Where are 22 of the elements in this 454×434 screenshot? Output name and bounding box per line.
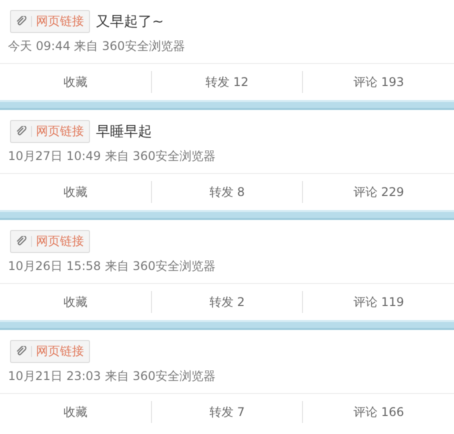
link-icon — [16, 346, 32, 357]
post-text: 早睡早起 — [96, 122, 152, 140]
link-icon — [16, 126, 32, 137]
link-icon — [16, 16, 32, 27]
favorite-button[interactable]: 收藏 — [63, 405, 88, 419]
repost-button[interactable]: 转发 12 — [205, 75, 249, 89]
repost-button[interactable]: 转发 7 — [209, 405, 245, 419]
comment-button[interactable]: 评论 166 — [353, 405, 404, 419]
post-text: 又早起了~ — [96, 12, 164, 30]
post-meta: 10月26日 15:58 来自 360安全浏览器 — [7, 258, 216, 275]
comment-button[interactable]: 评论 229 — [353, 185, 404, 199]
link-icon — [16, 236, 32, 247]
comment-button[interactable]: 评论 193 — [353, 75, 404, 89]
repost-button[interactable]: 转发 2 — [209, 295, 245, 309]
repost-button[interactable]: 转发 8 — [209, 185, 245, 199]
favorite-button[interactable]: 收藏 — [63, 295, 88, 309]
favorite-button[interactable]: 收藏 — [63, 75, 88, 89]
post-meta: 10月27日 10:49 来自 360安全浏览器 — [7, 148, 216, 165]
post-meta: 今天 09:44 来自 360安全浏览器 — [7, 38, 186, 55]
post-meta: 10月21日 23:03 来自 360安全浏览器 — [7, 368, 216, 385]
comment-button[interactable]: 评论 119 — [353, 295, 404, 309]
favorite-button[interactable]: 收藏 — [63, 185, 88, 199]
